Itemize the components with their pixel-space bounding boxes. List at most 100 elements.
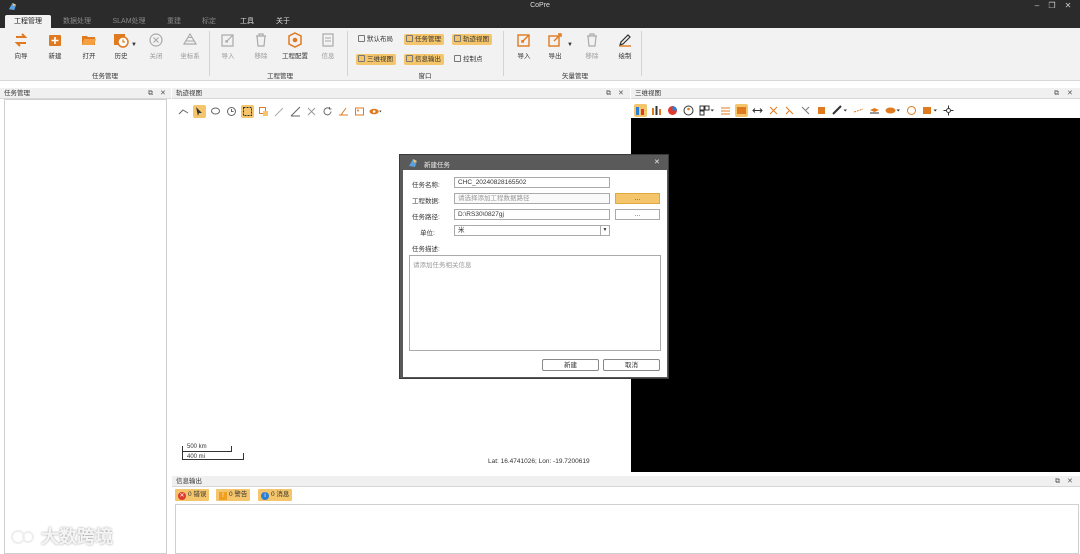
close-task-button[interactable]: 关闭	[141, 32, 171, 60]
project-remove-button[interactable]: 移除	[246, 32, 276, 60]
navigate-icon[interactable]	[942, 104, 955, 117]
warning-count-badge[interactable]: ! 0 警告	[216, 489, 251, 501]
screenshot-icon[interactable]	[921, 104, 939, 117]
project-data-browse-button[interactable]: ...	[615, 193, 660, 204]
tab-calibration[interactable]: 标定	[194, 15, 224, 28]
image-tool-icon[interactable]	[353, 105, 366, 118]
vector-export-button[interactable]: 导出	[540, 32, 570, 60]
scale-tick	[182, 446, 183, 459]
dialog-title: 新建任务	[424, 162, 450, 169]
maximize-icon[interactable]: ❐	[1046, 1, 1058, 10]
tab-project-management[interactable]: 工程管理	[5, 15, 51, 28]
eye-dropdown-icon[interactable]	[884, 104, 902, 117]
coordinate-system-button[interactable]: 坐标系	[175, 32, 205, 60]
select-tool-icon[interactable]	[193, 104, 206, 118]
control-point-button[interactable]: 控制点	[452, 54, 486, 65]
close-icon[interactable]: ✕	[1062, 1, 1074, 10]
info-output-toggle[interactable]: 信息输出	[404, 54, 444, 65]
project-info-button[interactable]: 信息	[313, 32, 343, 60]
trash-icon	[256, 33, 266, 47]
ribbon-divider	[209, 31, 210, 76]
palette-icon[interactable]	[682, 104, 695, 117]
task-description-textarea[interactable]: 请添加任务相关信息	[409, 255, 661, 351]
info-icon: i	[261, 492, 269, 500]
filter-icon[interactable]	[719, 104, 732, 117]
axis-y-icon[interactable]	[783, 104, 796, 117]
lasso-tool-icon[interactable]	[209, 105, 222, 118]
trajectory-view-toggle-label: 轨迹视图	[463, 36, 489, 43]
project-data-input[interactable]: 请选择添加工程数据路径	[454, 193, 610, 204]
new-task-button[interactable]: 新建	[40, 32, 70, 60]
axis-z-icon[interactable]	[799, 104, 812, 117]
chevron-down-icon[interactable]: ▼	[600, 226, 609, 235]
scale-tick	[243, 453, 244, 460]
task-manager-toggle[interactable]: 任务管理	[404, 34, 444, 45]
view-reset-icon[interactable]	[905, 104, 918, 117]
watermark-text: 大数跨境	[41, 527, 114, 547]
measure-tool-icon[interactable]	[289, 105, 302, 118]
3d-viewport[interactable]	[631, 118, 1080, 472]
dialog-close-icon[interactable]: ✕	[654, 158, 660, 166]
3d-view-toggle-label: 三维视图	[367, 56, 393, 63]
task-name-input[interactable]: CHC_20240828165502	[454, 177, 610, 188]
visibility-tool-icon[interactable]	[369, 105, 382, 118]
tab-tools[interactable]: 工具	[232, 15, 262, 28]
close-panel-icon[interactable]: ✕	[1067, 88, 1073, 99]
task-path-browse-button[interactable]: ...	[615, 209, 660, 220]
float-icon[interactable]: ⧉	[148, 88, 153, 99]
trajectory-view-toggle[interactable]: 轨迹视图	[452, 34, 492, 45]
project-config-button[interactable]: 工程配置	[280, 32, 310, 60]
close-circle-icon	[149, 33, 163, 47]
vector-remove-button[interactable]: 移除	[577, 32, 607, 60]
float-icon[interactable]: ⧉	[1055, 476, 1060, 487]
pan-tool-icon[interactable]	[177, 105, 190, 118]
task-path-input[interactable]: D:\RS30\0827gj	[454, 209, 610, 220]
rotate-tool-icon[interactable]	[225, 105, 238, 118]
float-icon[interactable]: ⧉	[1054, 88, 1059, 99]
box-select-icon[interactable]	[241, 104, 254, 118]
tab-reconstruction[interactable]: 重建	[158, 15, 190, 28]
section-icon[interactable]	[815, 104, 828, 117]
default-layout-button[interactable]: 默认布局	[356, 34, 396, 45]
clear-tool-icon[interactable]	[337, 105, 350, 118]
refresh-tool-icon[interactable]	[321, 105, 334, 118]
tab-data-processing[interactable]: 数据处理	[55, 15, 99, 28]
project-import-button[interactable]: 导入	[213, 32, 243, 60]
warning-count: 0 警告	[229, 491, 248, 498]
tab-slam-processing[interactable]: SLAM处理	[106, 15, 152, 28]
unit-select[interactable]: 米 ▼	[454, 225, 610, 236]
trajectory-toolbar	[177, 103, 385, 119]
expand-icon[interactable]	[751, 104, 764, 117]
history-dropdown-icon[interactable]: ▼	[131, 42, 137, 48]
strip-icon[interactable]	[735, 103, 748, 117]
minimize-icon[interactable]: –	[1031, 1, 1043, 10]
close-panel-icon[interactable]: ✕	[160, 88, 166, 99]
cancel-button[interactable]: 取消	[603, 359, 660, 371]
info-document-icon	[322, 33, 334, 47]
close-panel-icon[interactable]: ✕	[618, 88, 624, 99]
crop-tool-icon[interactable]	[257, 105, 270, 118]
color-mode-icon[interactable]	[666, 104, 679, 117]
point-size-icon[interactable]	[634, 103, 647, 117]
close-panel-icon[interactable]: ✕	[1067, 476, 1073, 487]
axis-x-icon[interactable]	[767, 104, 780, 117]
distance-icon[interactable]	[852, 104, 865, 117]
export-dropdown-icon[interactable]: ▼	[567, 42, 573, 48]
float-icon[interactable]: ⧉	[606, 88, 611, 99]
message-count-badge[interactable]: i0 消息	[258, 489, 293, 501]
create-button[interactable]: 新建	[542, 359, 599, 371]
3d-view-toggle[interactable]: 三维视图	[356, 54, 396, 65]
grid-view-icon[interactable]	[698, 104, 716, 117]
cut-tool-icon[interactable]	[305, 105, 318, 118]
tab-about[interactable]: 关于	[268, 15, 298, 28]
open-button[interactable]: 打开	[74, 32, 104, 60]
layers-icon[interactable]	[868, 104, 881, 117]
project-data-label: 工程数据:	[412, 198, 440, 205]
bar-chart-icon[interactable]	[650, 104, 663, 117]
edit-tool-icon[interactable]	[273, 105, 286, 118]
error-count-badge[interactable]: ✕ 0 错误	[175, 489, 210, 501]
vector-import-button[interactable]: 导入	[509, 32, 539, 60]
vector-draw-button[interactable]: 绘制	[610, 32, 640, 60]
wizard-button[interactable]: 向导	[6, 32, 36, 60]
ruler-icon[interactable]	[831, 104, 849, 117]
